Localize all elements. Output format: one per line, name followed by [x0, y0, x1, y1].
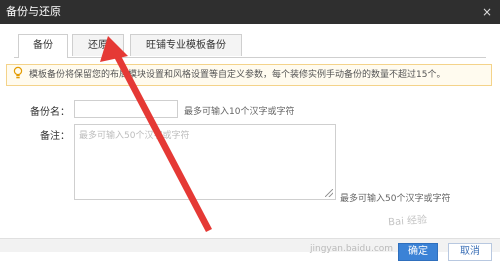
resize-handle-icon[interactable] [325, 189, 333, 197]
backup-name-label: 备份名： [30, 107, 70, 118]
note-textarea[interactable]: 最多可输入50个汉字或字符 [74, 124, 336, 200]
backup-name-input[interactable] [74, 100, 178, 118]
confirm-button[interactable]: 确定 [398, 243, 438, 261]
note-placeholder: 最多可输入50个汉字或字符 [79, 131, 190, 141]
dialog-titlebar: 备份与还原 × [0, 0, 500, 24]
tab-restore[interactable]: 还原 [72, 34, 124, 56]
backup-name-hint: 最多可输入10个汉字或字符 [184, 107, 295, 117]
tab-divider [14, 57, 486, 58]
tab-pro-template-backup[interactable]: 旺铺专业模板备份 [130, 34, 242, 56]
close-icon[interactable]: × [480, 0, 494, 24]
watermark-url: jingyan.baidu.com [310, 244, 394, 254]
tab-backup[interactable]: 备份 [18, 34, 68, 58]
note-hint: 最多可输入50个汉字或字符 [340, 194, 451, 204]
dialog-title: 备份与还原 [6, 5, 61, 18]
cancel-button[interactable]: 取消 [448, 243, 492, 261]
notice-banner: 模板备份将保留您的布局模块设置和风格设置等自定义参数，每个装修实例手动备份的数量… [6, 64, 492, 86]
lightbulb-icon [13, 66, 23, 85]
watermark-logo: Bai 经验 [387, 214, 428, 229]
notice-text: 模板备份将保留您的布局模块设置和风格设置等自定义参数，每个装修实例手动备份的数量… [29, 70, 446, 80]
note-label: 备注： [40, 131, 70, 142]
